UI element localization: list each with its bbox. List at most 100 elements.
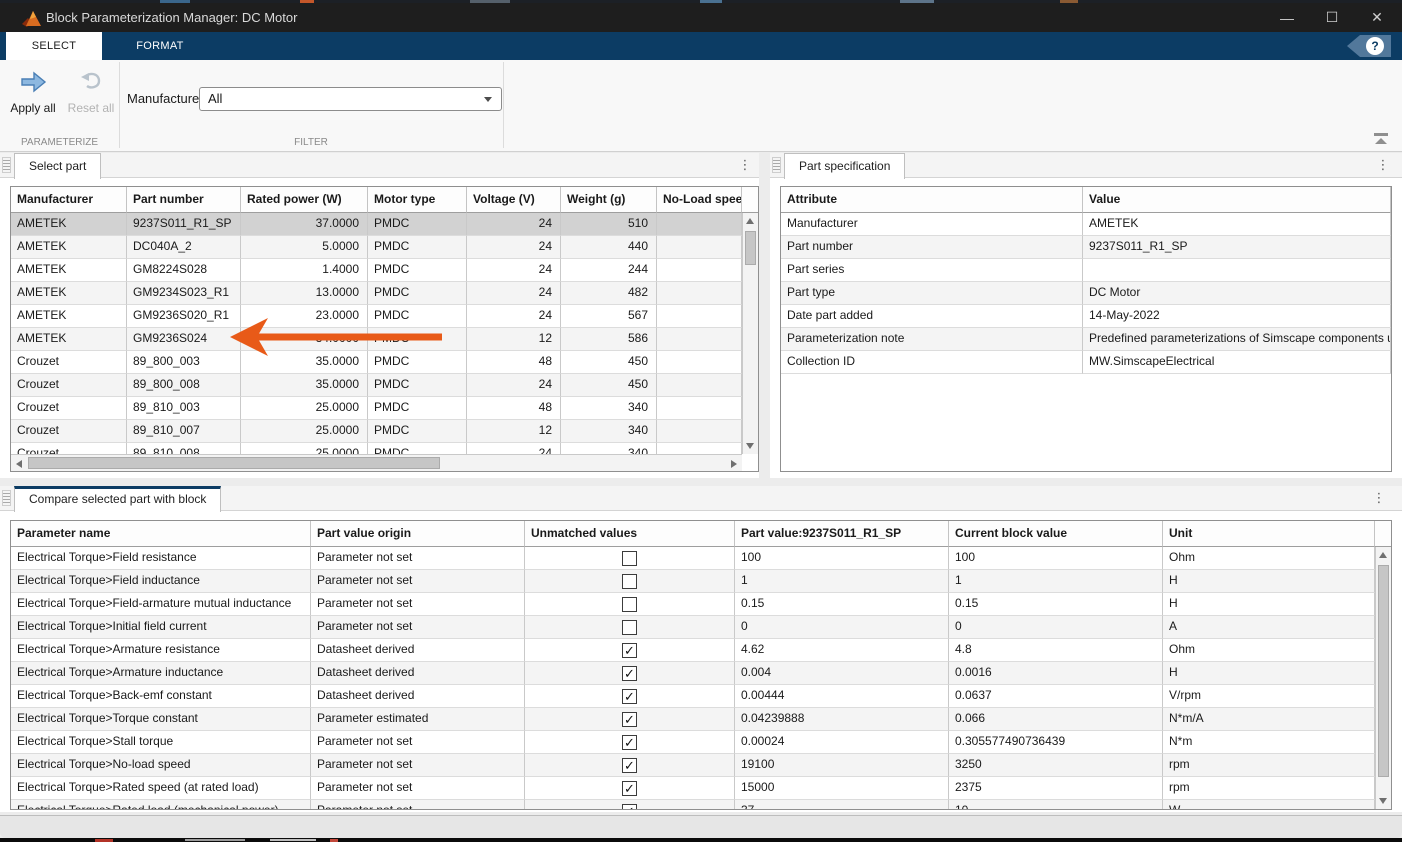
table-cell: 48: [467, 351, 561, 374]
vertical-scrollbar[interactable]: [742, 213, 758, 454]
column-header[interactable]: Unmatched values: [525, 521, 735, 547]
unmatched-checkbox[interactable]: ✓: [622, 735, 637, 750]
part-row[interactable]: AMETEKGM8224S0281.4000PMDC24244: [11, 259, 742, 282]
part-row[interactable]: AMETEKDC040A_25.0000PMDC24440: [11, 236, 742, 259]
part-row[interactable]: Crouzet89_810_00825.0000PMDC24340: [11, 443, 742, 454]
table-cell: 482: [561, 282, 657, 305]
column-header[interactable]: Weight (g): [561, 187, 657, 213]
unmatched-checkbox[interactable]: [622, 551, 637, 566]
column-header[interactable]: Unit: [1163, 521, 1375, 547]
table-cell: Parameter not set: [311, 547, 525, 570]
scrollbar-thumb[interactable]: [1378, 565, 1389, 777]
panel-gap: [0, 478, 1402, 486]
part-row[interactable]: AMETEKGM9234S023_R113.0000PMDC24482: [11, 282, 742, 305]
scrollbar-thumb[interactable]: [745, 231, 756, 265]
unmatched-checkbox[interactable]: [622, 620, 637, 635]
manufacturer-dropdown[interactable]: All: [199, 87, 502, 111]
part-row[interactable]: AMETEK9237S011_R1_SP37.0000PMDC24510: [11, 213, 742, 236]
horizontal-scrollbar[interactable]: [11, 454, 742, 471]
select-part-tab[interactable]: Select part: [14, 153, 101, 179]
panel-menu-icon[interactable]: ⋮: [1372, 489, 1386, 507]
unmatched-checkbox[interactable]: ✓: [622, 666, 637, 681]
panel-grip-icon[interactable]: [772, 157, 781, 173]
table-cell: 510: [561, 213, 657, 236]
scroll-up-icon[interactable]: [1379, 552, 1387, 558]
column-header[interactable]: Part number: [127, 187, 241, 213]
table-cell: Datasheet derived: [311, 662, 525, 685]
scroll-up-icon[interactable]: [746, 218, 754, 224]
table-cell: 37.0000: [241, 213, 368, 236]
unmatched-checkbox[interactable]: [622, 574, 637, 589]
table-cell: Part series: [781, 259, 1083, 282]
table-cell: AMETEK: [1083, 213, 1391, 236]
scrollbar-thumb[interactable]: [28, 457, 440, 469]
table-cell: [657, 213, 742, 236]
part-row[interactable]: AMETEKGM9236S020_R123.0000PMDC24567: [11, 305, 742, 328]
table-cell: MW.SimscapeElectrical: [1083, 351, 1391, 374]
part-specification-tab[interactable]: Part specification: [784, 153, 905, 179]
scroll-left-icon[interactable]: [16, 460, 22, 468]
unmatched-checkbox[interactable]: ✓: [622, 712, 637, 727]
table-cell: Crouzet: [11, 443, 127, 454]
table-cell: Crouzet: [11, 351, 127, 374]
table-cell: 89_800_003: [127, 351, 241, 374]
unmatched-checkbox[interactable]: ✓: [622, 689, 637, 704]
column-header[interactable]: Part value:9237S011_R1_SP: [735, 521, 949, 547]
panel-grip-icon[interactable]: [2, 490, 11, 506]
column-header[interactable]: Attribute: [781, 187, 1083, 213]
table-cell: rpm: [1163, 777, 1375, 800]
table-cell: Date part added: [781, 305, 1083, 328]
column-header[interactable]: Current block value: [949, 521, 1163, 547]
table-cell: Electrical Torque>Initial field current: [11, 616, 311, 639]
column-header[interactable]: No-Load speed: [657, 187, 742, 213]
reset-all-button[interactable]: Reset all: [60, 70, 122, 115]
tab-select[interactable]: SELECT: [6, 32, 102, 60]
scroll-down-icon[interactable]: [1379, 798, 1387, 804]
column-header[interactable]: Parameter name: [11, 521, 311, 547]
table-cell: 5.0000: [241, 236, 368, 259]
part-row[interactable]: Crouzet89_810_00325.0000PMDC48340: [11, 397, 742, 420]
vertical-scrollbar[interactable]: [1375, 547, 1391, 809]
table-cell: 89_810_007: [127, 420, 241, 443]
minimize-button[interactable]: —: [1270, 3, 1304, 32]
table-cell: PMDC: [368, 397, 467, 420]
maximize-button[interactable]: ☐: [1315, 3, 1349, 32]
table-cell: 24: [467, 259, 561, 282]
column-header[interactable]: Manufacturer: [11, 187, 127, 213]
unmatched-checkbox[interactable]: ✓: [622, 804, 637, 810]
table-cell: Crouzet: [11, 420, 127, 443]
table-cell: 34.0000: [241, 328, 368, 351]
table-cell: Ohm: [1163, 547, 1375, 570]
part-row[interactable]: Crouzet89_810_00725.0000PMDC12340: [11, 420, 742, 443]
collapse-ribbon-icon[interactable]: [1374, 133, 1388, 144]
part-row[interactable]: Crouzet89_800_00335.0000PMDC48450: [11, 351, 742, 374]
tab-format[interactable]: FORMAT: [102, 32, 218, 60]
scroll-down-icon[interactable]: [746, 443, 754, 449]
panel-menu-icon[interactable]: ⋮: [738, 156, 752, 174]
table-cell: 0.15: [949, 593, 1163, 616]
close-button[interactable]: ✕: [1360, 3, 1394, 32]
panel-grip-icon[interactable]: [2, 157, 11, 173]
apply-all-button[interactable]: Apply all: [2, 70, 64, 115]
spec-row: Part series: [781, 259, 1391, 282]
compare-tab[interactable]: Compare selected part with block: [14, 486, 221, 512]
scroll-right-icon[interactable]: [731, 460, 737, 468]
help-button[interactable]: ?: [1347, 35, 1391, 57]
column-header[interactable]: Rated power (W): [241, 187, 368, 213]
unmatched-checkbox[interactable]: ✓: [622, 758, 637, 773]
column-header[interactable]: Value: [1083, 187, 1391, 213]
unmatched-checkbox[interactable]: ✓: [622, 781, 637, 796]
parameterize-section-label: PARAMETERIZE: [0, 136, 119, 150]
column-header[interactable]: Voltage (V): [467, 187, 561, 213]
unmatched-checkbox[interactable]: [622, 597, 637, 612]
part-row[interactable]: AMETEKGM9236S02434.0000PMDC12586: [11, 328, 742, 351]
compare-row: Electrical Torque>Field resistanceParame…: [11, 547, 1375, 570]
panel-menu-icon[interactable]: ⋮: [1376, 156, 1390, 174]
table-cell: H: [1163, 593, 1375, 616]
table-cell: GM9234S023_R1: [127, 282, 241, 305]
part-row[interactable]: Crouzet89_800_00835.0000PMDC24450: [11, 374, 742, 397]
unmatched-checkbox[interactable]: ✓: [622, 643, 637, 658]
compare-row: Electrical Torque>Rated speed (at rated …: [11, 777, 1375, 800]
column-header[interactable]: Part value origin: [311, 521, 525, 547]
column-header[interactable]: Motor type: [368, 187, 467, 213]
